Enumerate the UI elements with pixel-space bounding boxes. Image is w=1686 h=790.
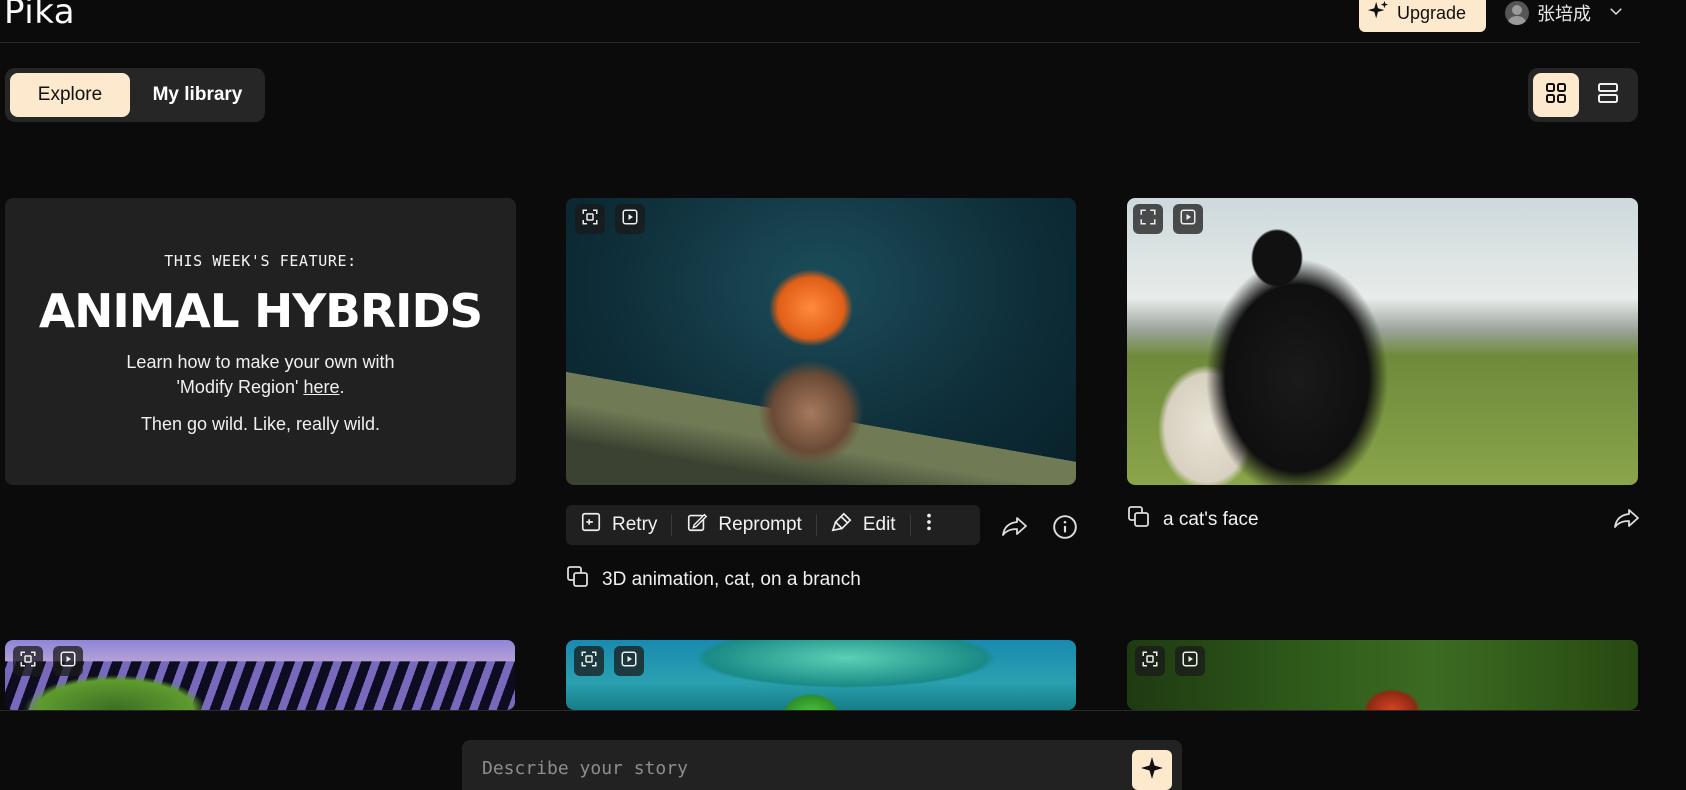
play-icon (620, 650, 638, 673)
info-button[interactable] (1052, 514, 1078, 545)
feature-desc-line1: Learn how to make your own with (126, 352, 395, 372)
more-options-button[interactable] (911, 511, 947, 539)
video-thumbnail[interactable] (1127, 640, 1638, 710)
chevron-down-icon (1607, 2, 1625, 25)
play-button[interactable] (53, 646, 83, 676)
share-button[interactable] (1001, 514, 1029, 543)
pika-logo[interactable]: Pika (4, 0, 75, 32)
play-button[interactable] (1175, 646, 1205, 676)
feature-desc-line2-suffix: . (339, 377, 345, 397)
sparkle-icon (1367, 0, 1389, 27)
prompt-text: 3D animation, cat, on a branch (602, 569, 861, 590)
sparkle-icon (1140, 756, 1164, 785)
grid-view-icon (1544, 81, 1568, 110)
fullscreen-button[interactable] (575, 204, 605, 234)
avatar (1505, 1, 1529, 25)
grid-view-button[interactable] (1533, 73, 1579, 117)
video-action-bar: Retry Reprompt Edit (566, 505, 980, 545)
upgrade-button[interactable]: Upgrade (1359, 0, 1486, 32)
focus-frame-icon (581, 208, 599, 231)
user-name: 张培成 (1537, 4, 1591, 24)
fullscreen-button[interactable] (574, 646, 604, 676)
share-icon (1001, 517, 1029, 542)
video-thumbnail[interactable] (566, 640, 1076, 710)
play-icon (1181, 650, 1199, 673)
brush-icon (831, 511, 853, 539)
list-view-button[interactable] (1585, 73, 1631, 117)
copy-icon[interactable] (1127, 505, 1151, 535)
share-button[interactable] (1613, 506, 1641, 535)
video-prompt: a cat's face (1127, 505, 1259, 535)
reprompt-label: Reprompt (718, 514, 802, 535)
expand-icon (1139, 208, 1157, 231)
feature-desc-line2-prefix: 'Modify Region' (176, 377, 304, 397)
edit-label: Edit (862, 514, 896, 535)
generate-button[interactable] (1132, 750, 1172, 790)
feature-here-link[interactable]: here (303, 377, 339, 397)
video-thumbnail[interactable] (1127, 198, 1638, 485)
feature-headline: ANIMAL HYBRIDS (38, 284, 483, 338)
view-toggle (1528, 68, 1638, 122)
top-bar: Pika Upgrade 张培成 (0, 0, 1640, 43)
share-icon (1613, 509, 1641, 534)
focus-frame-icon (580, 650, 598, 673)
fullscreen-button[interactable] (1135, 646, 1165, 676)
featured-promo-card: THIS WEEK'S FEATURE: ANIMAL HYBRIDS Lear… (5, 198, 516, 485)
user-menu[interactable]: 张培成 (1505, 0, 1625, 26)
retry-button[interactable]: Retry (566, 511, 671, 539)
list-view-icon (1596, 81, 1620, 110)
focus-frame-icon (19, 650, 37, 673)
feature-description: Learn how to make your own with 'Modify … (111, 350, 411, 400)
retry-icon (580, 511, 602, 539)
story-input[interactable] (480, 754, 1084, 782)
expand-button[interactable] (1133, 204, 1163, 234)
more-vertical-icon (925, 511, 933, 539)
play-icon (621, 208, 639, 231)
feature-kicker: THIS WEEK'S FEATURE: (164, 252, 357, 270)
reprompt-button[interactable]: Reprompt (672, 511, 815, 539)
copy-icon[interactable] (566, 565, 590, 595)
video-thumbnail[interactable] (566, 198, 1076, 485)
play-icon (59, 650, 77, 673)
retry-label: Retry (612, 514, 658, 535)
play-button[interactable] (1173, 204, 1203, 234)
fullscreen-button[interactable] (13, 646, 43, 676)
video-prompt: 3D animation, cat, on a branch (566, 565, 861, 595)
play-button[interactable] (615, 204, 645, 234)
upgrade-label: Upgrade (1397, 2, 1467, 23)
play-button[interactable] (614, 646, 644, 676)
tab-explore[interactable]: Explore (10, 73, 130, 117)
play-icon (1179, 208, 1197, 231)
edit-button[interactable]: Edit (817, 511, 910, 539)
pencil-icon (686, 511, 708, 539)
tab-my-library[interactable]: My library (135, 73, 260, 117)
focus-frame-icon (1141, 650, 1159, 673)
story-prompt-box (462, 740, 1182, 790)
divider (0, 710, 1640, 711)
feature-tail: Then go wild. Like, really wild. (140, 414, 381, 434)
video-thumbnail[interactable] (5, 640, 515, 710)
library-tabs: Explore My library (5, 68, 265, 122)
info-icon (1052, 515, 1078, 544)
prompt-text: a cat's face (1163, 509, 1259, 530)
